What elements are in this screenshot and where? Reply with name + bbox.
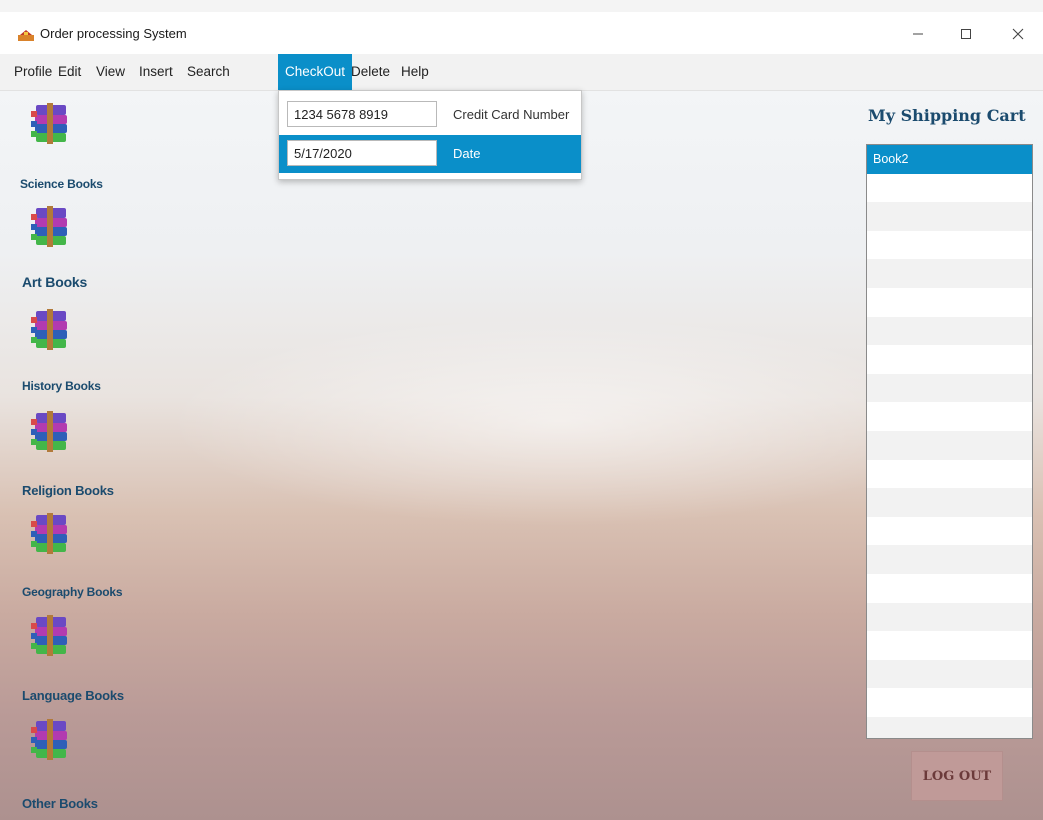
category-label: Religion Books [22,483,114,498]
cart-empty-row [867,688,1032,717]
menu-edit[interactable]: Edit [51,54,88,90]
card-number-field[interactable]: 1234 5678 8919 [287,101,437,127]
books-icon [31,411,67,452]
checkout-card-row[interactable]: 1234 5678 8919 Credit Card Number [279,96,581,134]
cart-empty-row [867,430,1032,460]
title-bar: Order processing System [0,12,1043,54]
books-icon [31,309,67,350]
cart-empty-row [867,659,1032,689]
minimize-icon [913,33,923,35]
cart-empty-row [867,631,1032,660]
cart-empty-row [867,316,1032,346]
app-icon [18,30,34,41]
menu-bar: Profile Edit View Insert Search CheckOut… [0,54,1043,91]
date-label: Date [453,146,481,161]
category-label: Art Books [22,274,88,290]
menu-checkout[interactable]: CheckOut [278,54,353,90]
cart-empty-row [867,259,1032,288]
minimize-button[interactable] [896,20,940,48]
cart-empty-row [867,231,1032,260]
menu-insert[interactable]: Insert [132,54,180,90]
category-history[interactable]: History Books [0,305,200,405]
books-icon [31,206,67,247]
card-number-label: Credit Card Number [453,107,570,122]
category-label: Other Books [22,796,98,811]
menu-view[interactable]: View [89,54,132,90]
category-label: Science Books [20,177,103,191]
cart-list[interactable]: Book2 [866,144,1033,739]
checkout-dropdown: 1234 5678 8919 Credit Card Number 5/17/2… [278,90,582,180]
books-icon [31,103,67,144]
cart-empty-row [867,373,1032,403]
date-field[interactable]: 5/17/2020 [287,140,437,166]
window-title: Order processing System [40,26,187,41]
cart-empty-row [867,602,1032,632]
category-language[interactable]: Language Books [0,611,200,711]
cart-item[interactable]: Book2 [867,145,1032,174]
cart-title: My Shipping Cart [868,106,1026,125]
category-religion[interactable]: Religion Books [0,407,200,507]
cart-empty-row [867,460,1032,489]
cart-empty-row [867,716,1032,738]
cart-empty-row [867,345,1032,374]
checkout-date-row[interactable]: 5/17/2020 Date [279,135,581,173]
menu-search[interactable]: Search [180,54,237,90]
close-icon [1012,28,1024,40]
category-geography[interactable]: Geography Books [0,509,200,609]
category-label: Language Books [22,688,124,703]
maximize-icon [961,29,971,39]
category-other[interactable]: Other Books [0,715,200,815]
category-art[interactable]: Art Books [0,202,200,302]
category-label: Geography Books [22,585,123,599]
cart-empty-row [867,402,1032,431]
category-label: History Books [22,379,101,393]
menu-help[interactable]: Help [394,54,436,90]
cart-empty-row [867,202,1032,231]
books-icon [31,513,67,554]
cart-empty-row [867,517,1032,546]
menu-delete[interactable]: Delete [344,54,397,90]
cart-empty-row [867,574,1032,603]
cart-empty-row [867,288,1032,317]
category-science[interactable]: Science Books [0,99,200,199]
maximize-button[interactable] [944,20,988,48]
logout-button[interactable]: LOG OUT [911,751,1003,801]
books-icon [31,615,67,656]
cart-empty-row [867,488,1032,517]
cart-empty-row [867,174,1032,203]
close-button[interactable] [996,20,1040,48]
books-icon [31,719,67,760]
cart-empty-row [867,545,1032,574]
